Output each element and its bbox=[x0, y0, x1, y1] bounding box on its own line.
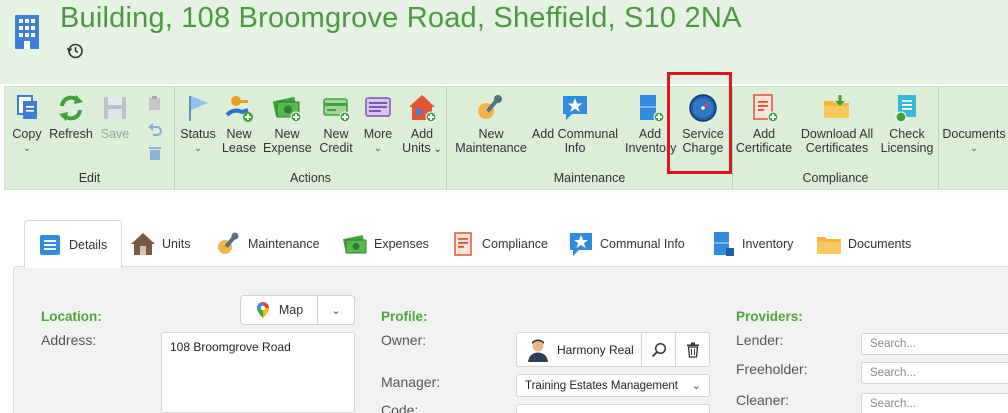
tab-expenses[interactable]: Expenses bbox=[342, 220, 429, 268]
money-icon bbox=[342, 235, 367, 254]
address-label: Address: bbox=[41, 332, 97, 348]
ribbon-group-label: Edit bbox=[78, 171, 101, 185]
star-chat-icon bbox=[570, 233, 592, 256]
building-icon bbox=[15, 15, 39, 49]
more-icon bbox=[365, 97, 391, 117]
freeholder-label: Freeholder: bbox=[736, 361, 808, 377]
owner-search-button[interactable] bbox=[641, 333, 675, 366]
folder-download-icon bbox=[824, 95, 849, 118]
code-input[interactable] bbox=[516, 404, 710, 413]
manager-value: Training Estates Management bbox=[525, 379, 678, 392]
new-maintenance-button[interactable]: New Maintenance bbox=[451, 93, 531, 155]
tab-compliance[interactable]: Compliance bbox=[450, 220, 548, 268]
tab-inventory[interactable]: Inventory bbox=[710, 220, 793, 268]
owner-field[interactable]: Harmony Real bbox=[516, 332, 710, 367]
new-lease-button[interactable]: New Lease bbox=[219, 93, 259, 155]
chevron-down-icon: ⌄ bbox=[373, 143, 383, 154]
ribbon-toolbar: Copy ⌄ Refresh Save Edit Status ⌄ New Le… bbox=[4, 86, 1008, 190]
code-label: Code: bbox=[381, 402, 419, 413]
copy-button[interactable]: Copy ⌄ bbox=[9, 93, 45, 156]
status-button[interactable]: Status ⌄ bbox=[179, 93, 217, 156]
address-input[interactable]: 108 Broomgrove Road bbox=[161, 332, 355, 413]
chevron-down-icon: ⌄ bbox=[331, 304, 341, 317]
refresh-button[interactable]: Refresh bbox=[49, 93, 93, 141]
owner-value: Harmony Real bbox=[557, 342, 634, 357]
ribbon-group-actions: Status ⌄ New Lease New Expense New Credi… bbox=[175, 87, 447, 189]
lender-label: Lender: bbox=[736, 332, 784, 348]
page-title: Building, 108 Broomgrove Road, Sheffield… bbox=[60, 2, 742, 34]
download-all-certificates-button[interactable]: Download All Certificates bbox=[797, 93, 877, 155]
tab-documents[interactable]: Documents bbox=[816, 220, 911, 268]
new-expense-button[interactable]: New Expense bbox=[263, 93, 312, 155]
house-add-icon bbox=[409, 95, 437, 123]
certificate-icon bbox=[454, 232, 472, 256]
profile-section-label: Profile: bbox=[381, 309, 428, 324]
lender-search-input[interactable]: Search... bbox=[861, 333, 1008, 355]
map-button-main[interactable]: Map bbox=[241, 296, 318, 324]
certificate-icon bbox=[753, 94, 779, 123]
add-units-button[interactable]: Add Units ⌄ bbox=[399, 93, 445, 157]
paste-icon[interactable] bbox=[147, 95, 163, 111]
tab-bar: Details Units Maintenance Expenses Compl… bbox=[24, 220, 1008, 268]
inventory-icon bbox=[714, 232, 734, 256]
wrench-icon bbox=[218, 232, 239, 254]
flag-icon bbox=[189, 96, 208, 121]
map-dropdown-toggle[interactable]: ⌄ bbox=[318, 296, 354, 324]
providers-section-label: Providers: bbox=[736, 309, 803, 324]
add-communal-info-button[interactable]: Add Communal Info bbox=[531, 93, 619, 155]
inventory-icon bbox=[640, 95, 665, 123]
tab-details[interactable]: Details bbox=[24, 220, 123, 268]
new-credit-button[interactable]: New Credit bbox=[315, 93, 357, 155]
save-icon bbox=[104, 97, 126, 119]
owner-label: Owner: bbox=[381, 332, 427, 348]
save-button[interactable]: Save bbox=[97, 93, 133, 141]
chevron-down-icon: ⌄ bbox=[22, 143, 32, 154]
location-section-label: Location: bbox=[41, 309, 102, 324]
owner-clear-button[interactable] bbox=[675, 333, 709, 366]
map-button[interactable]: Map ⌄ bbox=[240, 295, 355, 325]
chevron-down-icon: ⌄ bbox=[969, 143, 979, 154]
manager-select[interactable]: Training Estates Management ⌄ bbox=[516, 374, 710, 397]
ribbon-group-edit: Copy ⌄ Refresh Save Edit bbox=[5, 87, 175, 189]
tab-communal-info[interactable]: Communal Info bbox=[568, 220, 685, 268]
cleaner-search-input[interactable]: Search... bbox=[861, 393, 1008, 413]
details-icon bbox=[40, 234, 60, 255]
cleaner-label: Cleaner: bbox=[736, 392, 789, 408]
history-icon[interactable] bbox=[66, 42, 84, 60]
check-licensing-button[interactable]: Check Licensing bbox=[879, 93, 935, 155]
credit-icon bbox=[323, 98, 351, 123]
tab-units[interactable]: Units bbox=[130, 220, 190, 268]
money-icon bbox=[272, 96, 302, 123]
ribbon-group-label: Actions bbox=[290, 171, 331, 185]
ribbon-group-label: Compliance bbox=[802, 171, 869, 185]
highlight-box bbox=[667, 72, 732, 174]
more-button[interactable]: More ⌄ bbox=[359, 93, 397, 156]
documents-dropdown-button[interactable]: Documents ⌄ bbox=[939, 127, 1008, 156]
star-chat-icon bbox=[563, 96, 587, 120]
tab-maintenance[interactable]: Maintenance bbox=[216, 220, 320, 268]
freeholder-search-input[interactable]: Search... bbox=[861, 362, 1008, 384]
chevron-down-icon: ⌄ bbox=[193, 143, 203, 154]
map-pin-icon bbox=[256, 302, 269, 318]
folder-icon bbox=[817, 237, 841, 254]
person-avatar-icon bbox=[528, 339, 548, 362]
manager-label: Manager: bbox=[381, 374, 441, 390]
licensing-icon bbox=[895, 95, 916, 123]
refresh-icon bbox=[59, 95, 83, 121]
add-certificate-button[interactable]: Add Certificate bbox=[735, 93, 793, 155]
page-header: Building, 108 Broomgrove Road, Sheffield… bbox=[0, 0, 1008, 84]
delete-icon[interactable] bbox=[147, 145, 163, 161]
trash-icon bbox=[686, 342, 699, 358]
copy-icon bbox=[17, 95, 37, 119]
wrench-icon bbox=[478, 95, 502, 119]
key-hand-icon bbox=[225, 96, 253, 122]
chevron-down-icon: ⌄ bbox=[691, 380, 701, 392]
ribbon-group-compliance: Add Certificate Download All Certificate… bbox=[733, 87, 939, 189]
undo-icon[interactable] bbox=[147, 121, 163, 137]
search-icon bbox=[651, 342, 666, 357]
house-icon bbox=[131, 233, 155, 255]
chevron-down-icon: ⌄ bbox=[430, 144, 442, 155]
